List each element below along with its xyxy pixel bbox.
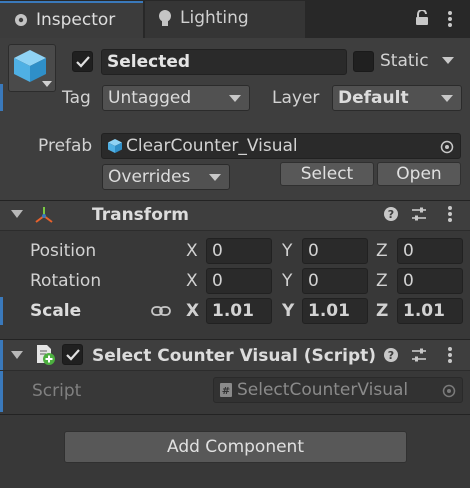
scale-x-value: 1.01 bbox=[212, 301, 254, 321]
axis-y-label: Y bbox=[282, 241, 293, 261]
static-label: Static bbox=[380, 51, 429, 71]
position-z-field[interactable]: 0 bbox=[397, 238, 463, 264]
link-icon[interactable] bbox=[151, 303, 171, 323]
svg-text:#: # bbox=[222, 386, 230, 397]
position-y-field[interactable]: 0 bbox=[302, 238, 368, 264]
axis-z-label: Z bbox=[376, 241, 388, 261]
prefab-asset-value: ClearCounter_Visual bbox=[126, 136, 298, 156]
lightbulb-icon bbox=[158, 9, 172, 34]
help-icon[interactable]: ? bbox=[383, 347, 399, 368]
scale-z-field[interactable]: 1.01 bbox=[397, 298, 463, 324]
divider bbox=[0, 370, 470, 371]
scale-z-value: 1.01 bbox=[403, 301, 445, 321]
foldout-arrow-icon[interactable] bbox=[11, 210, 23, 218]
axis-y-label: Y bbox=[282, 271, 293, 291]
static-dropdown-arrow[interactable] bbox=[442, 57, 454, 64]
rotation-z-field[interactable]: 0 bbox=[397, 268, 463, 294]
axis-x-label: X bbox=[186, 241, 198, 261]
lock-icon[interactable] bbox=[415, 9, 429, 31]
position-label: Position bbox=[30, 241, 97, 261]
tab-inspector[interactable]: Inspector bbox=[0, 1, 143, 38]
rotation-x-value: 0 bbox=[212, 271, 223, 291]
presets-icon[interactable] bbox=[411, 347, 427, 368]
prefab-open-button[interactable]: Open bbox=[377, 162, 461, 186]
more-options-icon[interactable] bbox=[447, 10, 453, 33]
prefab-select-label: Select bbox=[300, 164, 354, 184]
position-x-value: 0 bbox=[212, 241, 223, 261]
position-y-value: 0 bbox=[308, 241, 319, 261]
position-z-value: 0 bbox=[403, 241, 414, 261]
object-picker-icon[interactable] bbox=[440, 139, 454, 158]
scale-label: Scale bbox=[30, 301, 82, 321]
component-menu-icon[interactable] bbox=[447, 205, 453, 228]
inspector-icon bbox=[14, 13, 28, 27]
rotation-z-value: 0 bbox=[403, 271, 414, 291]
presets-icon[interactable] bbox=[411, 206, 427, 227]
transform-header[interactable] bbox=[0, 201, 470, 230]
active-checkbox[interactable] bbox=[72, 51, 93, 72]
script-value: SelectCounterVisual bbox=[237, 380, 409, 400]
axis-x-label: X bbox=[186, 271, 198, 291]
tab-lighting[interactable]: Lighting bbox=[145, 1, 305, 38]
scale-y-field[interactable]: 1.01 bbox=[302, 298, 368, 324]
script-reference-field: # SelectCounterVisual bbox=[213, 377, 463, 403]
cs-script-icon: # bbox=[219, 382, 233, 398]
tag-label: Tag bbox=[62, 88, 91, 108]
foldout-arrow-icon[interactable] bbox=[11, 351, 23, 359]
tag-value: Untagged bbox=[108, 88, 192, 108]
script-enabled-checkbox[interactable] bbox=[62, 344, 83, 365]
prefab-select-button[interactable]: Select bbox=[280, 162, 374, 186]
position-x-field[interactable]: 0 bbox=[206, 238, 272, 264]
name-field[interactable]: Selected bbox=[101, 49, 347, 75]
prefab-open-label: Open bbox=[396, 164, 442, 184]
add-component-button[interactable]: Add Component bbox=[64, 431, 407, 463]
rotation-y-value: 0 bbox=[308, 271, 319, 291]
object-picker-icon bbox=[442, 383, 456, 402]
divider bbox=[0, 414, 470, 415]
script-label: Script bbox=[32, 381, 82, 401]
chevron-down-icon bbox=[42, 81, 52, 87]
rotation-y-field[interactable]: 0 bbox=[302, 268, 368, 294]
scale-y-value: 1.01 bbox=[308, 301, 350, 321]
tab-lighting-label: Lighting bbox=[180, 8, 249, 28]
tag-dropdown[interactable]: Untagged bbox=[102, 85, 250, 111]
prefab-label: Prefab bbox=[38, 136, 93, 156]
rotation-x-field[interactable]: 0 bbox=[206, 268, 272, 294]
axis-y-label: Y bbox=[282, 301, 295, 321]
prefab-cube-icon bbox=[107, 138, 123, 154]
prefab-asset-field[interactable]: ClearCounter_Visual bbox=[101, 133, 461, 159]
overrides-dropdown[interactable]: Overrides bbox=[102, 164, 230, 190]
override-indicator bbox=[0, 84, 3, 111]
name-value: Selected bbox=[107, 52, 191, 72]
added-component-indicator bbox=[0, 340, 3, 412]
scale-x-field[interactable]: 1.01 bbox=[206, 298, 272, 324]
svg-text:?: ? bbox=[388, 349, 394, 362]
axis-z-label: Z bbox=[376, 271, 388, 291]
scale-override-indicator bbox=[0, 297, 3, 325]
svg-text:?: ? bbox=[388, 208, 394, 221]
gameobject-icon-button[interactable] bbox=[8, 44, 56, 92]
component-menu-icon[interactable] bbox=[447, 346, 453, 369]
layer-value: Default bbox=[338, 88, 409, 108]
script-add-icon bbox=[34, 344, 56, 371]
layer-label: Layer bbox=[272, 88, 320, 108]
layer-dropdown[interactable]: Default bbox=[332, 85, 462, 111]
divider bbox=[0, 230, 470, 231]
rotation-label: Rotation bbox=[30, 271, 102, 291]
static-checkbox[interactable] bbox=[353, 51, 374, 72]
script-component-title: Select Counter Visual (Script) bbox=[92, 346, 377, 366]
overrides-label: Overrides bbox=[108, 167, 191, 187]
axis-z-label: Z bbox=[376, 301, 389, 321]
transform-title: Transform bbox=[92, 205, 189, 225]
transform-icon bbox=[33, 205, 55, 230]
tab-inspector-label: Inspector bbox=[36, 10, 116, 30]
add-component-label: Add Component bbox=[166, 437, 304, 457]
axis-x-label: X bbox=[186, 301, 200, 321]
help-icon[interactable]: ? bbox=[383, 206, 399, 227]
